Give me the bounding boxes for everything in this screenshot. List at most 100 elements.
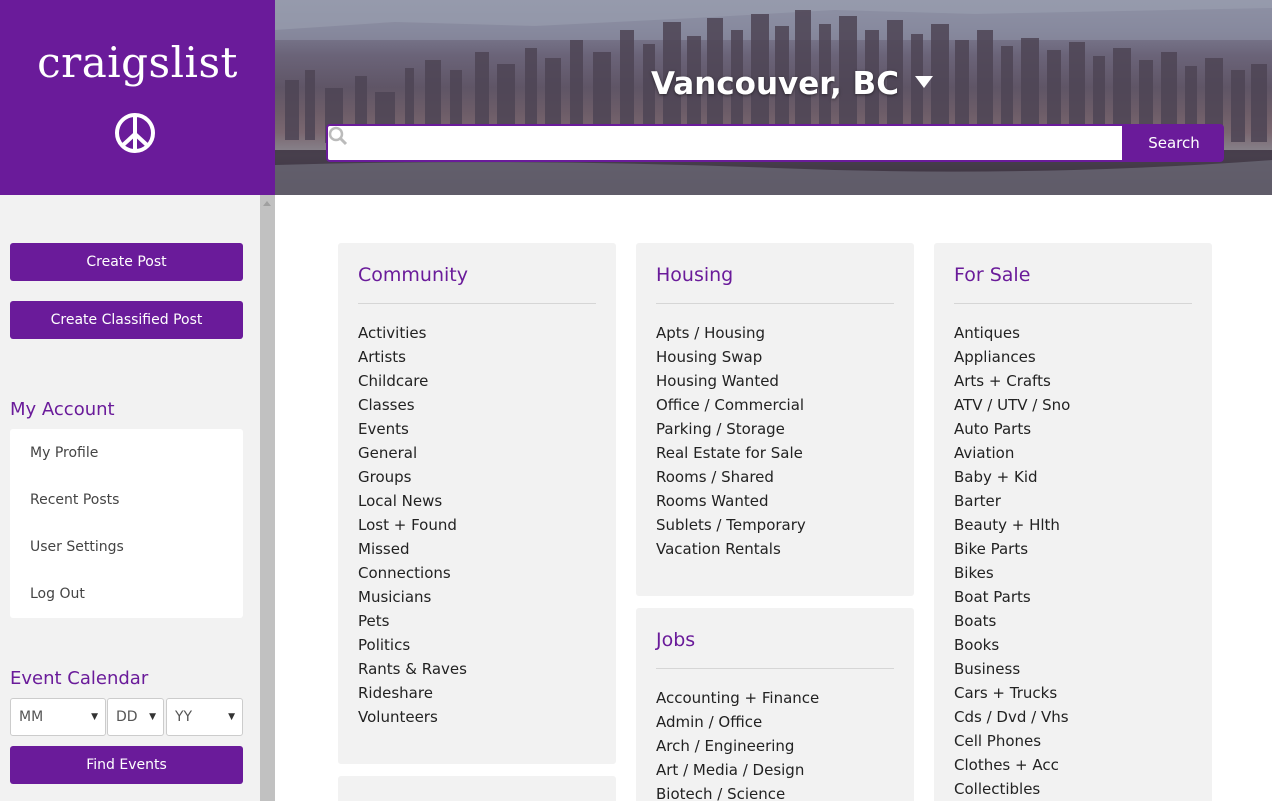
for-sale-link[interactable]: Business bbox=[954, 657, 1070, 681]
for-sale-link[interactable]: Cds / Dvd / Vhs bbox=[954, 705, 1070, 729]
logo-text: craigslist bbox=[37, 38, 238, 87]
for-sale-link[interactable]: Books bbox=[954, 633, 1070, 657]
create-classified-post-button[interactable]: Create Classified Post bbox=[10, 301, 243, 339]
account-item-recent-posts[interactable]: Recent Posts bbox=[30, 492, 119, 508]
month-select[interactable]: MM ▼ bbox=[10, 698, 106, 736]
jobs-link[interactable]: Art / Media / Design bbox=[656, 758, 819, 782]
for-sale-list: Antiques Appliances Arts + Crafts ATV / … bbox=[954, 321, 1070, 801]
community-link[interactable]: Pets bbox=[358, 609, 467, 633]
community-link[interactable]: Musicians bbox=[358, 585, 467, 609]
housing-link[interactable]: Parking / Storage bbox=[656, 417, 806, 441]
month-select-value: MM bbox=[19, 709, 44, 725]
account-item-log-out[interactable]: Log Out bbox=[30, 586, 85, 602]
jobs-heading[interactable]: Jobs bbox=[656, 629, 695, 651]
create-post-button[interactable]: Create Post bbox=[10, 243, 243, 281]
community-link[interactable]: Rideshare bbox=[358, 681, 467, 705]
community-link[interactable]: Connections bbox=[358, 561, 467, 585]
for-sale-link[interactable]: ATV / UTV / Sno bbox=[954, 393, 1070, 417]
scroll-up-icon[interactable] bbox=[263, 201, 271, 206]
year-select[interactable]: YY ▼ bbox=[166, 698, 243, 736]
community-link[interactable]: Classes bbox=[358, 393, 467, 417]
community-link[interactable]: Politics bbox=[358, 633, 467, 657]
jobs-list: Accounting + Finance Admin / Office Arch… bbox=[656, 686, 819, 801]
community-link[interactable]: Events bbox=[358, 417, 467, 441]
peace-icon bbox=[115, 113, 155, 153]
jobs-link[interactable]: Biotech / Science bbox=[656, 782, 819, 801]
for-sale-link[interactable]: Barter bbox=[954, 489, 1070, 513]
community-link[interactable]: Childcare bbox=[358, 369, 467, 393]
community-list: Activities Artists Childcare Classes Eve… bbox=[358, 321, 467, 729]
housing-link[interactable]: Office / Commercial bbox=[656, 393, 806, 417]
for-sale-link[interactable]: Bike Parts bbox=[954, 537, 1070, 561]
city-name: Vancouver, BC bbox=[651, 66, 899, 102]
for-sale-link[interactable]: Appliances bbox=[954, 345, 1070, 369]
community-link[interactable]: Artists bbox=[358, 345, 467, 369]
hero-banner: Vancouver, BC Search bbox=[275, 0, 1272, 195]
jobs-link[interactable]: Arch / Engineering bbox=[656, 734, 819, 758]
account-item-user-settings[interactable]: User Settings bbox=[30, 539, 124, 555]
community-link[interactable]: Missed bbox=[358, 537, 467, 561]
caret-down-icon bbox=[914, 75, 933, 88]
for-sale-link[interactable]: Aviation bbox=[954, 441, 1070, 465]
community-link[interactable]: General bbox=[358, 441, 467, 465]
for-sale-link[interactable]: Cell Phones bbox=[954, 729, 1070, 753]
find-events-button[interactable]: Find Events bbox=[10, 746, 243, 784]
for-sale-link[interactable]: Beauty + Hlth bbox=[954, 513, 1070, 537]
housing-list: Apts / Housing Housing Swap Housing Want… bbox=[656, 321, 806, 561]
search-button[interactable]: Search bbox=[1124, 124, 1224, 162]
for-sale-link[interactable]: Auto Parts bbox=[954, 417, 1070, 441]
day-select-value: DD bbox=[116, 709, 138, 725]
community-link[interactable]: Groups bbox=[358, 465, 467, 489]
account-menu: My Profile Recent Posts User Settings Lo… bbox=[10, 429, 243, 618]
community-link[interactable]: Activities bbox=[358, 321, 467, 345]
housing-link[interactable]: Sublets / Temporary bbox=[656, 513, 806, 537]
housing-link[interactable]: Real Estate for Sale bbox=[656, 441, 806, 465]
day-select[interactable]: DD ▼ bbox=[107, 698, 164, 736]
for-sale-link[interactable]: Bikes bbox=[954, 561, 1070, 585]
housing-card: Housing Apts / Housing Housing Swap Hous… bbox=[636, 243, 914, 596]
housing-link[interactable]: Apts / Housing bbox=[656, 321, 806, 345]
community-heading[interactable]: Community bbox=[358, 264, 468, 286]
search-box[interactable] bbox=[326, 124, 1124, 162]
housing-link[interactable]: Rooms Wanted bbox=[656, 489, 806, 513]
for-sale-link[interactable]: Cars + Trucks bbox=[954, 681, 1070, 705]
housing-link[interactable]: Rooms / Shared bbox=[656, 465, 806, 489]
next-card bbox=[338, 776, 616, 801]
for-sale-heading[interactable]: For Sale bbox=[954, 264, 1030, 286]
community-link[interactable]: Local News bbox=[358, 489, 467, 513]
housing-heading[interactable]: Housing bbox=[656, 264, 733, 286]
my-account-heading: My Account bbox=[10, 399, 115, 420]
jobs-card: Jobs Accounting + Finance Admin / Office… bbox=[636, 608, 914, 801]
city-selector[interactable]: Vancouver, BC bbox=[651, 66, 933, 102]
community-link[interactable]: Rants & Raves bbox=[358, 657, 467, 681]
search-icon bbox=[328, 126, 348, 146]
divider bbox=[656, 303, 894, 304]
jobs-link[interactable]: Admin / Office bbox=[656, 710, 819, 734]
housing-link[interactable]: Vacation Rentals bbox=[656, 537, 806, 561]
community-link[interactable]: Volunteers bbox=[358, 705, 467, 729]
for-sale-link[interactable]: Collectibles bbox=[954, 777, 1070, 801]
for-sale-link[interactable]: Antiques bbox=[954, 321, 1070, 345]
for-sale-card: For Sale Antiques Appliances Arts + Craf… bbox=[934, 243, 1212, 801]
for-sale-link[interactable]: Boat Parts bbox=[954, 585, 1070, 609]
year-select-value: YY bbox=[175, 709, 193, 725]
for-sale-link[interactable]: Boats bbox=[954, 609, 1070, 633]
housing-link[interactable]: Housing Wanted bbox=[656, 369, 806, 393]
jobs-link[interactable]: Accounting + Finance bbox=[656, 686, 819, 710]
community-card: Community Activities Artists Childcare C… bbox=[338, 243, 616, 764]
for-sale-link[interactable]: Baby + Kid bbox=[954, 465, 1070, 489]
for-sale-link[interactable]: Clothes + Acc bbox=[954, 753, 1070, 777]
search-input[interactable] bbox=[366, 126, 1116, 160]
event-calendar-heading: Event Calendar bbox=[10, 668, 149, 689]
for-sale-link[interactable]: Arts + Crafts bbox=[954, 369, 1070, 393]
divider bbox=[656, 668, 894, 669]
caret-down-icon: ▼ bbox=[91, 712, 98, 722]
housing-link[interactable]: Housing Swap bbox=[656, 345, 806, 369]
sidebar: Create Post Create Classified Post My Ac… bbox=[0, 195, 260, 801]
caret-down-icon: ▼ bbox=[228, 712, 235, 722]
community-link[interactable]: Lost + Found bbox=[358, 513, 467, 537]
divider bbox=[954, 303, 1192, 304]
logo-panel[interactable]: craigslist bbox=[0, 0, 275, 195]
sidebar-scrollbar[interactable] bbox=[260, 195, 275, 801]
account-item-my-profile[interactable]: My Profile bbox=[30, 445, 98, 461]
